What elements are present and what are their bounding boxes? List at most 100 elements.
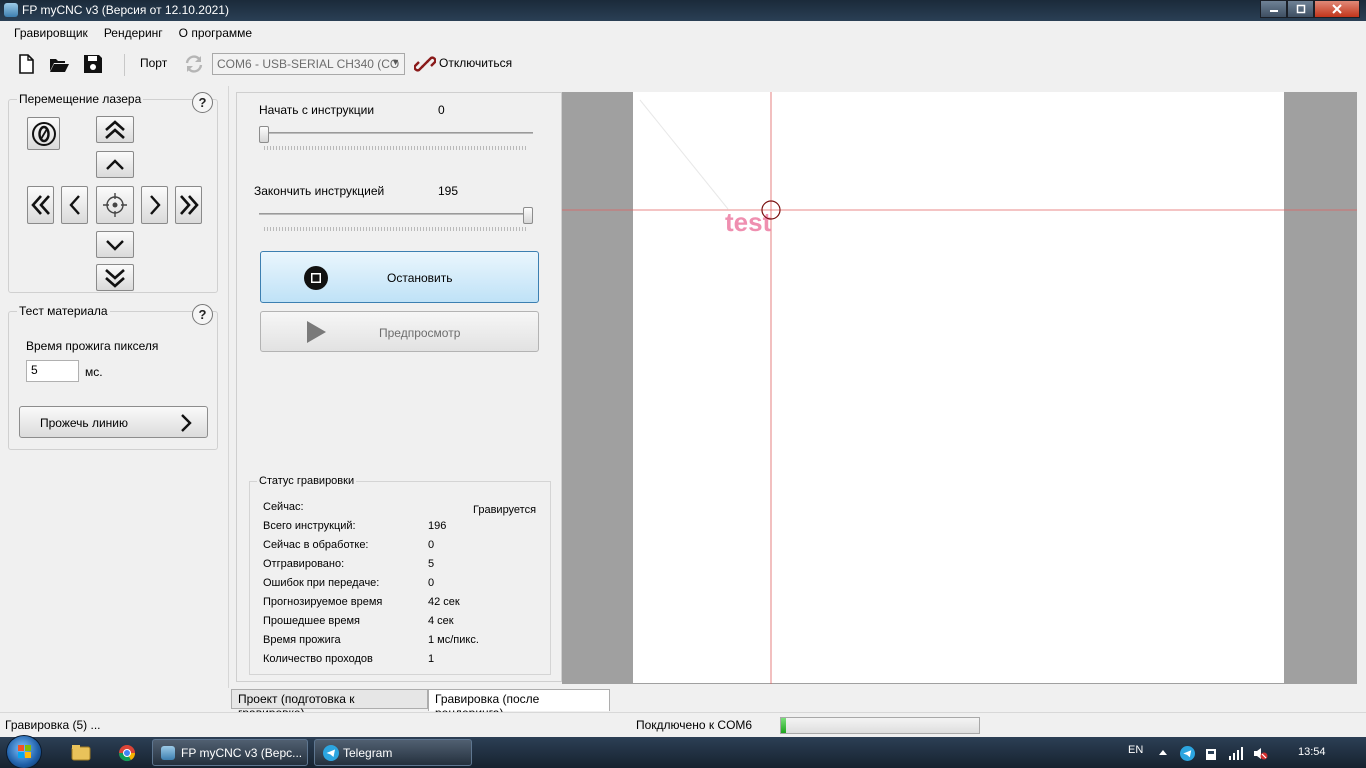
- open-folder-icon[interactable]: [48, 53, 70, 75]
- telegram-icon: [323, 745, 339, 761]
- window-title: FP myCNC v3 (Версия от 12.10.2021): [22, 3, 229, 17]
- status-row-label: Всего инструкций:: [263, 520, 356, 532]
- progress-bar: [780, 717, 980, 734]
- preview-button: Предпросмотр: [260, 311, 539, 352]
- help-icon[interactable]: ?: [192, 304, 213, 325]
- port-label: Порт: [140, 56, 168, 70]
- save-icon[interactable]: [82, 53, 104, 75]
- taskbar-item-label: FP myCNC v3 (Верс...: [181, 746, 303, 760]
- laser-path-line: [639, 99, 729, 210]
- status-row-value: 1 мс/пикс.: [428, 634, 479, 646]
- burn-time-label: Время прожига пикселя: [26, 339, 159, 353]
- start-instruction-label: Начать с инструкции: [259, 103, 375, 117]
- zero-icon: [31, 121, 56, 146]
- engraving-status-group: Статус гравировки Сейчас: Гравируется Вс…: [249, 475, 551, 675]
- status-row-value: 5: [428, 558, 435, 570]
- minimize-button[interactable]: [1260, 0, 1287, 18]
- end-instruction-label: Закончить инструкцией: [254, 184, 385, 198]
- double-chevron-up-icon: [105, 119, 125, 139]
- toolbar: Порт COM6 - USB-SERIAL CH340 (CO ▼ Отклю…: [0, 45, 1366, 83]
- burn-time-unit: мс.: [85, 365, 103, 379]
- maximize-button[interactable]: [1287, 0, 1314, 18]
- move-left-button[interactable]: [61, 186, 88, 224]
- mycnc-app-icon: [161, 746, 175, 760]
- stop-icon: [304, 266, 328, 290]
- taskbar-item-telegram[interactable]: Telegram: [314, 739, 472, 766]
- chevron-down-icon: [106, 239, 124, 251]
- taskbar-item-mycnc[interactable]: FP myCNC v3 (Верс...: [152, 739, 308, 766]
- start-slider-handle[interactable]: [259, 126, 269, 143]
- title-bar: FP myCNC v3 (Версия от 12.10.2021): [0, 0, 1366, 21]
- status-row-label: Прогнозируемое время: [263, 596, 383, 608]
- status-row-value: 1: [428, 653, 435, 665]
- burn-time-input[interactable]: 5: [26, 360, 79, 382]
- toolbar-separator: [124, 54, 125, 76]
- windows-logo-icon: [18, 745, 31, 758]
- crosshair-icon: [103, 193, 127, 217]
- move-down-button[interactable]: [96, 231, 134, 258]
- start-slider-ticks: [264, 146, 528, 150]
- start-button[interactable]: [6, 735, 42, 768]
- status-row-label: Отгравировано:: [263, 558, 345, 570]
- language-indicator[interactable]: EN: [1128, 744, 1143, 756]
- port-select[interactable]: COM6 - USB-SERIAL CH340 (CO ▼: [212, 53, 405, 75]
- end-slider-track: [259, 213, 533, 215]
- move-up-fast-button[interactable]: [96, 116, 134, 143]
- chevron-right-icon: [181, 414, 192, 432]
- double-chevron-left-icon: [30, 195, 50, 215]
- network-signal-icon[interactable]: [1228, 746, 1244, 760]
- material-test-title: Тест материала: [17, 304, 110, 318]
- start-instruction-value: 0: [438, 103, 445, 117]
- menu-about[interactable]: О программе: [171, 26, 260, 40]
- status-row-label: Прошедшее время: [263, 615, 360, 627]
- menu-engraver[interactable]: Гравировщик: [6, 26, 96, 40]
- new-file-icon[interactable]: [15, 53, 37, 75]
- status-row-label: Сейчас в обработке:: [263, 539, 369, 551]
- menu-rendering[interactable]: Рендеринг: [96, 26, 171, 40]
- engraving-canvas[interactable]: test: [562, 92, 1357, 684]
- move-up-button[interactable]: [96, 151, 134, 178]
- clock[interactable]: 13:54: [1298, 746, 1326, 758]
- device-tray-icon[interactable]: [1204, 746, 1218, 761]
- end-slider-handle[interactable]: [523, 207, 533, 224]
- stop-button[interactable]: Остановить: [260, 251, 539, 303]
- move-right-button[interactable]: [141, 186, 168, 224]
- link-icon[interactable]: [414, 53, 436, 75]
- chevron-down-icon: ▼: [391, 57, 400, 67]
- center-laser-button[interactable]: [96, 186, 134, 224]
- play-icon: [307, 321, 326, 343]
- double-chevron-down-icon: [105, 268, 125, 288]
- stop-label: Остановить: [387, 271, 453, 285]
- tab-engraving[interactable]: Гравировка (после рендеринга): [428, 689, 610, 720]
- preview-label: Предпросмотр: [379, 326, 461, 340]
- status-row-value: 0: [428, 539, 435, 551]
- explorer-icon[interactable]: [64, 739, 98, 766]
- menu-bar: Гравировщик Рендеринг О программе: [0, 21, 1366, 45]
- close-button[interactable]: [1314, 0, 1360, 18]
- disconnect-button[interactable]: Отключиться: [439, 56, 512, 70]
- engraved-text: test: [725, 207, 772, 237]
- move-left-fast-button[interactable]: [27, 186, 54, 224]
- move-down-fast-button[interactable]: [96, 264, 134, 291]
- volume-muted-icon[interactable]: [1252, 746, 1268, 761]
- burn-line-button[interactable]: Прожечь линию: [19, 406, 208, 438]
- taskbar-item-label: Telegram: [343, 746, 393, 760]
- chrome-icon[interactable]: [110, 739, 144, 766]
- status-now-value: Гравируется: [473, 504, 537, 516]
- move-right-fast-button[interactable]: [175, 186, 202, 224]
- canvas-overlay: test: [562, 92, 1357, 684]
- telegram-tray-icon[interactable]: [1180, 746, 1195, 761]
- status-now-label: Сейчас:: [263, 501, 304, 513]
- home-zero-button[interactable]: [27, 117, 60, 150]
- tray-expand-icon[interactable]: [1158, 748, 1168, 756]
- end-instruction-value: 195: [438, 184, 459, 198]
- taskbar: FP myCNC v3 (Верс... Telegram EN 13:54: [0, 735, 1366, 768]
- status-bar: Гравировка (5) ... Покдлючено к COM6: [0, 712, 1366, 737]
- refresh-icon[interactable]: [183, 53, 205, 75]
- material-test-group: Тест материала ? Время прожига пикселя 5…: [8, 304, 218, 450]
- status-title: Статус гравировки: [257, 475, 357, 487]
- status-row-value: 196: [428, 520, 447, 532]
- tab-project[interactable]: Проект (подготовка к гравировке): [231, 689, 428, 720]
- help-icon[interactable]: ?: [192, 92, 213, 113]
- status-row-label: Время прожига: [263, 634, 341, 646]
